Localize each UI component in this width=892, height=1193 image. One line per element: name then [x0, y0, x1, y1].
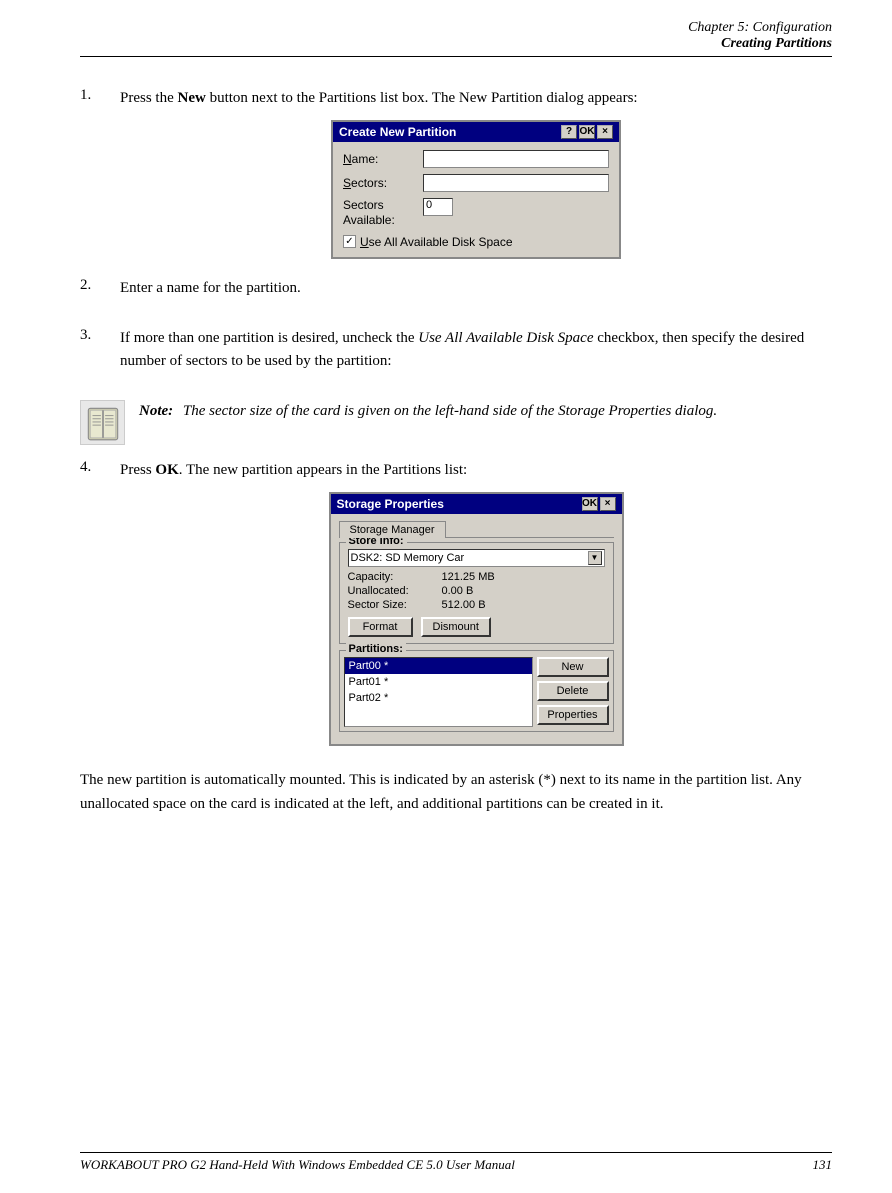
footer-page-number: 131: [813, 1157, 833, 1173]
partition-buttons: New Delete Properties: [537, 657, 609, 727]
page-header: Chapter 5: Configuration Creating Partit…: [80, 20, 832, 57]
format-dismount-row: Format Dismount: [348, 617, 605, 637]
sector-size-value: 512.00 B: [442, 599, 605, 611]
partition-item-0[interactable]: Part00 *: [345, 658, 532, 674]
dialog-body: Name: Sectors: SectorsAvailable: 0: [333, 142, 619, 257]
note-text: The sector size of the card is given on …: [183, 403, 717, 419]
tab-bar: Storage Manager: [339, 520, 614, 538]
name-row: Name:: [343, 150, 609, 168]
store-device-row: DSK2: SD Memory Car ▼: [348, 549, 605, 567]
storage-manager-tab[interactable]: Storage Manager: [339, 521, 446, 538]
use-all-space-checkbox[interactable]: ✓: [343, 235, 356, 248]
step-3: 3. If more than one partition is desired…: [80, 327, 832, 382]
name-label: Name:: [343, 152, 423, 166]
storage-ok-btn[interactable]: OK: [582, 497, 598, 511]
note-block: Note: The sector size of the card is giv…: [80, 400, 832, 445]
format-btn[interactable]: Format: [348, 617, 413, 637]
page-footer: WORKABOUT PRO G2 Hand-Held With Windows …: [80, 1152, 832, 1173]
book-svg: [82, 402, 124, 444]
step-4-text: Press OK. The new partition appears in t…: [120, 459, 832, 482]
section-line: Creating Partitions: [80, 36, 832, 52]
sectors-available-row: SectorsAvailable: 0: [343, 198, 609, 229]
partition-list: Part00 * Part01 * Part02 *: [344, 657, 533, 727]
dialog-close-btn[interactable]: ×: [597, 125, 613, 139]
unallocated-label: Unallocated:: [348, 585, 438, 597]
partition-item-1[interactable]: Part01 *: [345, 674, 532, 690]
new-partition-btn[interactable]: New: [537, 657, 609, 677]
storage-dialog-container: Storage Properties OK × Storage Manager: [120, 492, 832, 746]
step-2-number: 2.: [80, 277, 120, 294]
partitions-title: Partitions:: [346, 643, 406, 655]
step-2-body: Enter a name for the partition.: [120, 277, 832, 310]
dropdown-arrow-icon: ▼: [588, 551, 602, 565]
step-3-italic: Use All Available Disk Space: [418, 330, 593, 346]
step-2-text: Enter a name for the partition.: [120, 277, 832, 300]
delete-partition-btn[interactable]: Delete: [537, 681, 609, 701]
step-3-body: If more than one partition is desired, u…: [120, 327, 832, 382]
storage-close-btn[interactable]: ×: [600, 497, 616, 511]
content-area: 1. Press the New button next to the Part…: [80, 87, 832, 816]
step-3-number: 3.: [80, 327, 120, 344]
checkbox-row: ✓ Use All Available Disk Space: [343, 235, 609, 249]
capacity-value: 121.25 MB: [442, 571, 605, 583]
book-icon: [80, 400, 125, 445]
properties-partition-btn[interactable]: Properties: [537, 705, 609, 725]
checkbox-label-u: Use All Available Disk Space: [360, 235, 513, 249]
partitions-section: Partitions: Part00 * Part01 * Part02 * N…: [339, 650, 614, 732]
capacity-label: Capacity:: [348, 571, 438, 583]
step-4-bold: OK: [155, 462, 178, 478]
sectors-row: Sectors:: [343, 174, 609, 192]
step-4-body: Press OK. The new partition appears in t…: [120, 459, 832, 746]
step-1-number: 1.: [80, 87, 120, 104]
step-1-text: Press the New button next to the Partiti…: [120, 87, 832, 110]
step-1-body: Press the New button next to the Partiti…: [120, 87, 832, 259]
step-2: 2. Enter a name for the partition.: [80, 277, 832, 310]
step-4: 4. Press OK. The new partition appears i…: [80, 459, 832, 746]
sector-size-label: Sector Size:: [348, 599, 438, 611]
storage-dialog-title: Storage Properties: [337, 497, 444, 511]
storage-dialog: Storage Properties OK × Storage Manager: [329, 492, 624, 746]
help-btn[interactable]: ?: [561, 125, 577, 139]
note-label: Note:: [139, 403, 173, 419]
step-3-text: If more than one partition is desired, u…: [120, 327, 832, 372]
store-info-section: Store Info: DSK2: SD Memory Car ▼ Capaci…: [339, 542, 614, 644]
name-input[interactable]: [423, 150, 609, 168]
step-1: 1. Press the New button next to the Part…: [80, 87, 832, 259]
store-device-text: DSK2: SD Memory Car: [351, 552, 465, 564]
dialog-ok-btn[interactable]: OK: [579, 125, 595, 139]
partition-item-2[interactable]: Part02 *: [345, 690, 532, 706]
create-partition-dialog-container: Create New Partition ? OK × Name:: [120, 120, 832, 259]
store-dropdown[interactable]: DSK2: SD Memory Car ▼: [348, 549, 605, 567]
note-content: Note: The sector size of the card is giv…: [139, 400, 832, 423]
storage-title-controls: OK ×: [582, 497, 616, 511]
step-1-bold: New: [178, 90, 206, 106]
step-4-number: 4.: [80, 459, 120, 476]
info-grid: Capacity: 121.25 MB Unallocated: 0.00 B …: [348, 571, 605, 611]
sectors-available-value: 0: [423, 198, 453, 216]
sectors-available-label: SectorsAvailable:: [343, 198, 423, 229]
create-partition-dialog: Create New Partition ? OK × Name:: [331, 120, 621, 259]
sectors-input[interactable]: [423, 174, 609, 192]
footer-paragraph: The new partition is automatically mount…: [80, 768, 832, 816]
unallocated-value: 0.00 B: [442, 585, 605, 597]
title-bar-controls: ? OK ×: [561, 125, 613, 139]
page-container: Chapter 5: Configuration Creating Partit…: [0, 0, 892, 1193]
create-partition-title-bar: Create New Partition ? OK ×: [333, 122, 619, 142]
storage-title-bar: Storage Properties OK ×: [331, 494, 622, 514]
chapter-line: Chapter 5: Configuration: [80, 20, 832, 36]
storage-body: Storage Manager Store Info: DSK2: SD Mem…: [331, 514, 622, 744]
footer-left: WORKABOUT PRO G2 Hand-Held With Windows …: [80, 1157, 515, 1173]
dismount-btn[interactable]: Dismount: [421, 617, 491, 637]
sectors-label: Sectors:: [343, 176, 423, 190]
create-partition-title: Create New Partition: [339, 125, 456, 139]
